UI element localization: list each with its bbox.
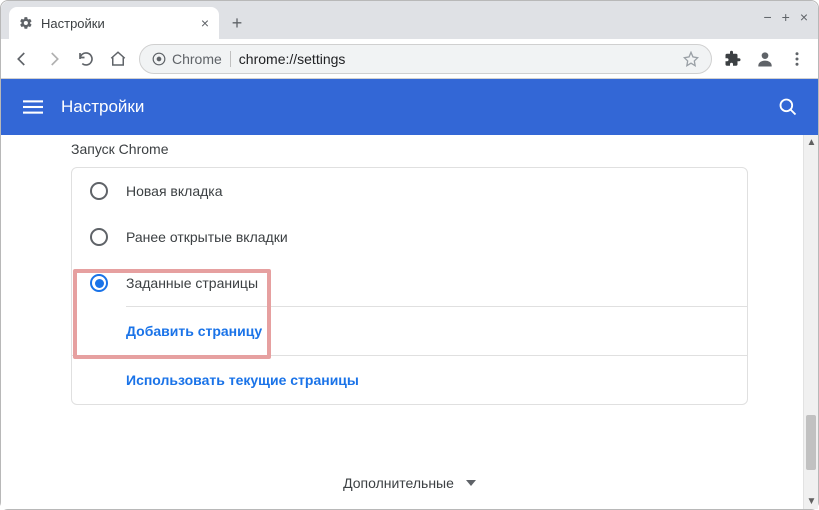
advanced-toggle[interactable]: Дополнительные xyxy=(1,475,818,491)
close-icon[interactable]: × xyxy=(201,15,209,31)
home-button[interactable] xyxy=(107,48,129,70)
omnibox-url: chrome://settings xyxy=(239,51,346,67)
chevron-down-icon xyxy=(466,480,476,486)
radio-icon xyxy=(90,274,108,292)
reload-button[interactable] xyxy=(75,48,97,70)
forward-button[interactable] xyxy=(43,48,65,70)
extensions-button[interactable] xyxy=(722,48,744,70)
option-previous-tabs[interactable]: Ранее открытые вкладки xyxy=(72,214,747,260)
settings-title: Настройки xyxy=(61,97,144,117)
option-label: Заданные страницы xyxy=(126,275,258,291)
search-icon[interactable] xyxy=(778,97,798,117)
content-area: Запуск Chrome Новая вкладка Ранее открыт… xyxy=(1,135,818,509)
option-new-tab[interactable]: Новая вкладка xyxy=(72,168,747,214)
maximize-button[interactable]: + xyxy=(782,9,790,25)
tab-title: Настройки xyxy=(41,16,105,31)
add-page-link[interactable]: Добавить страницу xyxy=(126,307,747,355)
scrollbar[interactable]: ▲ ▼ xyxy=(803,135,818,509)
bookmark-star-icon[interactable] xyxy=(683,51,699,67)
back-button[interactable] xyxy=(11,48,33,70)
scrollbar-thumb[interactable] xyxy=(806,415,816,470)
settings-header: Настройки xyxy=(1,79,818,135)
toolbar: Chrome chrome://settings xyxy=(1,39,818,79)
window-close-button[interactable]: × xyxy=(800,9,808,25)
scroll-down-icon[interactable]: ▼ xyxy=(804,494,818,509)
option-label: Новая вкладка xyxy=(126,183,223,199)
section-heading: Запуск Chrome xyxy=(1,141,818,167)
hamburger-icon[interactable] xyxy=(21,95,45,119)
minimize-button[interactable]: − xyxy=(763,9,771,25)
radio-icon xyxy=(90,228,108,246)
scroll-up-icon[interactable]: ▲ xyxy=(804,135,818,150)
omnibox-separator xyxy=(230,51,231,67)
new-tab-button[interactable]: + xyxy=(223,9,251,37)
browser-window: Настройки × + − + × Chrome chr xyxy=(0,0,819,510)
specific-pages-subblock: Добавить страницу xyxy=(72,306,747,355)
menu-button[interactable] xyxy=(786,48,808,70)
startup-card: Новая вкладка Ранее открытые вкладки Зад… xyxy=(71,167,748,405)
use-current-pages-link[interactable]: Использовать текущие страницы xyxy=(72,355,747,404)
option-label: Ранее открытые вкладки xyxy=(126,229,288,245)
omnibox-label: Chrome xyxy=(172,51,222,67)
profile-button[interactable] xyxy=(754,48,776,70)
window-controls: − + × xyxy=(763,9,808,25)
radio-icon xyxy=(90,182,108,200)
gear-icon xyxy=(19,16,33,30)
option-specific-pages[interactable]: Заданные страницы xyxy=(72,260,747,306)
omnibox[interactable]: Chrome chrome://settings xyxy=(139,44,712,74)
advanced-label: Дополнительные xyxy=(343,475,454,491)
tab-settings[interactable]: Настройки × xyxy=(9,7,219,39)
chrome-security-icon: Chrome xyxy=(152,51,222,67)
tabstrip: Настройки × + − + × xyxy=(1,1,818,39)
